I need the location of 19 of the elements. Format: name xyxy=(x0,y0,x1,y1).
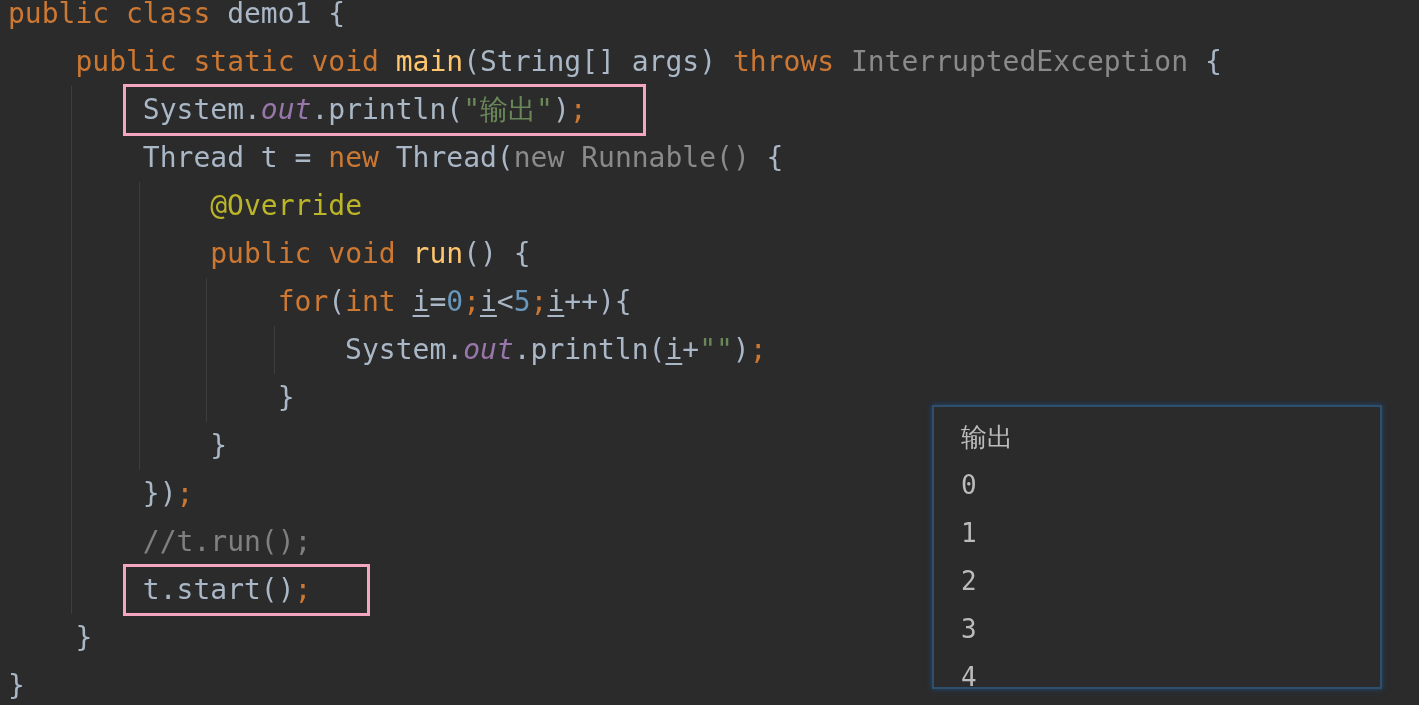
code-line: } xyxy=(277,380,295,416)
code-line: }); xyxy=(142,476,194,512)
code-line: } xyxy=(75,620,93,656)
code-line: public void run() { xyxy=(210,236,531,272)
output-line: 输出 xyxy=(961,422,1013,452)
output-line: 2 xyxy=(961,566,977,596)
code-line: public class demo1 { xyxy=(8,0,346,32)
output-line: 1 xyxy=(961,518,977,548)
code-line: @Override xyxy=(210,188,362,224)
output-line: 3 xyxy=(961,614,977,644)
code-line: //t.run(); xyxy=(142,524,312,560)
code-line: public static void main(String[] args) throws InterruptedException { xyxy=(75,44,1222,80)
output-line: 0 xyxy=(961,470,977,500)
code-line: System.out.println(i+""); xyxy=(345,332,767,368)
code-line: Thread t = new Thread(new Runnable() { xyxy=(142,140,784,176)
code-line: } xyxy=(210,428,228,464)
output-line: 4 xyxy=(961,662,977,687)
code-line: for(int i=0;i<5;i++){ xyxy=(277,284,632,320)
code-line: } xyxy=(8,668,25,704)
